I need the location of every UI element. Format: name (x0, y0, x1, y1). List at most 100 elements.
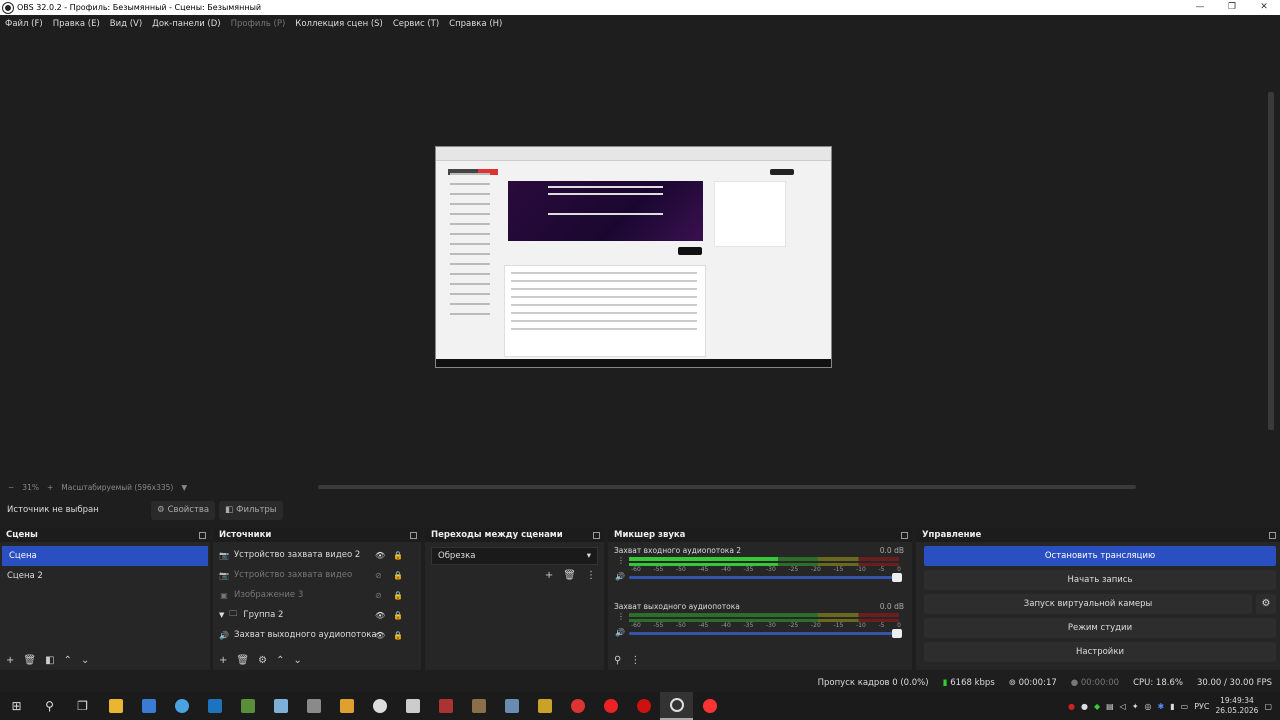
lock-icon[interactable]: 🔒 (393, 591, 403, 600)
scene-item[interactable]: Сцена (2, 546, 208, 566)
clock[interactable]: 19:49:34 26.05.2026 (1215, 696, 1258, 716)
speaker-icon[interactable]: 🔊 (615, 628, 625, 637)
filters-button[interactable]: ◧ Фильтры (219, 500, 283, 520)
chevron-down-icon[interactable]: ▼ (219, 611, 224, 619)
source-group-item[interactable]: ▼ 🗀 Группа 2 👁 🔒 (213, 605, 421, 625)
more-icon[interactable]: ⋮ (586, 570, 596, 581)
store-icon[interactable] (132, 692, 165, 720)
menu-profile[interactable]: Профиль (P) (231, 19, 286, 29)
lock-icon[interactable]: 🔒 (393, 611, 403, 620)
network-icon[interactable]: ▤ (1106, 702, 1114, 711)
chrome-icon[interactable] (561, 692, 594, 720)
eye-hidden-icon[interactable]: ⊘ (375, 571, 382, 580)
more-icon[interactable]: ⋮ (617, 556, 625, 565)
tray-app-icon[interactable]: ● (1081, 702, 1088, 711)
lock-icon[interactable]: 🔒 (393, 631, 403, 640)
tray-app-icon[interactable]: ● (1068, 702, 1075, 711)
dock-menu-icon[interactable] (410, 531, 417, 539)
notifications-icon[interactable]: ▢ (1264, 702, 1272, 711)
obs-icon[interactable] (660, 692, 693, 720)
minimize-button[interactable]: — (1184, 0, 1216, 15)
link-icon[interactable]: ⚲ (614, 655, 621, 666)
start-record-button[interactable]: Начать запись (924, 570, 1276, 590)
add-icon[interactable]: + (219, 655, 227, 666)
dock-menu-icon[interactable] (199, 531, 206, 539)
slider-handle[interactable] (892, 573, 902, 582)
more-icon[interactable]: ⋮ (630, 655, 640, 666)
app-icon[interactable] (396, 692, 429, 720)
tray-app-icon[interactable]: ✦ (1132, 702, 1139, 711)
volume-slider[interactable] (629, 629, 902, 638)
move-down-icon[interactable]: ⌄ (293, 655, 301, 666)
add-icon[interactable]: + (545, 570, 553, 581)
minecraft-icon[interactable] (231, 692, 264, 720)
language-indicator[interactable]: РУС (1194, 702, 1209, 711)
source-item[interactable]: 📷 Устройство захвата видео 2 👁 🔒 (213, 545, 421, 565)
app-icon[interactable] (165, 692, 198, 720)
eye-icon[interactable]: 👁 (375, 551, 385, 560)
dock-menu-icon[interactable] (593, 531, 600, 539)
bluetooth-icon[interactable]: ✱ (1158, 702, 1165, 711)
app-icon[interactable] (528, 692, 561, 720)
eye-hidden-icon[interactable]: ⊘ (375, 591, 382, 600)
maximize-button[interactable]: ❐ (1216, 0, 1248, 15)
preview-canvas[interactable] (435, 146, 832, 368)
app-icon[interactable] (330, 692, 363, 720)
gear-icon[interactable]: ⚙ (258, 655, 267, 666)
move-down-icon[interactable]: ⌄ (81, 655, 89, 666)
menu-scene-collection[interactable]: Коллекция сцен (S) (295, 19, 383, 29)
properties-button[interactable]: ⚙ Свойства (151, 500, 216, 520)
gear-icon[interactable]: ⚙ (1256, 594, 1276, 614)
virtual-camera-button[interactable]: Запуск виртуальной камеры (924, 594, 1252, 614)
menu-help[interactable]: Справка (H) (449, 19, 502, 29)
menu-file[interactable]: Файл (F) (5, 19, 43, 29)
dock-menu-icon[interactable] (1269, 531, 1276, 539)
lock-icon[interactable]: 🔒 (393, 551, 403, 560)
transition-select[interactable]: Обрезка ▾ (431, 547, 598, 565)
search-icon[interactable]: ⚲ (33, 692, 66, 720)
volume-icon[interactable]: ◁ (1120, 702, 1126, 711)
app-icon[interactable] (198, 692, 231, 720)
preview-vertical-scrollbar[interactable] (1268, 92, 1274, 430)
file-explorer-icon[interactable] (99, 692, 132, 720)
menu-docks[interactable]: Док-панели (D) (152, 19, 220, 29)
trash-icon[interactable]: 🗑 (236, 655, 249, 666)
tray-app-icon[interactable]: ▭ (1181, 702, 1189, 711)
tray-app-icon[interactable]: ◎ (1145, 702, 1152, 711)
zoom-mode[interactable]: Масштабируемый (596x335) (61, 483, 173, 492)
dock-menu-icon[interactable] (901, 531, 908, 539)
app-icon[interactable] (462, 692, 495, 720)
app-icon[interactable] (495, 692, 528, 720)
source-item[interactable]: 🔊 Захват выходного аудиопотока 👁 🔒 (213, 625, 421, 645)
app-icon[interactable] (297, 692, 330, 720)
menu-tools[interactable]: Сервис (T) (393, 19, 439, 29)
filter-icon[interactable]: ◧ (45, 655, 54, 666)
windows-start-icon[interactable]: ⊞ (0, 692, 33, 720)
source-item[interactable]: 📷 Устройство захвата видео ⊘ 🔒 (213, 565, 421, 585)
preview-horizontal-scrollbar[interactable] (318, 485, 1136, 489)
settings-button[interactable]: Настройки (924, 642, 1276, 662)
source-item[interactable]: ▣ Изображение 3 ⊘ 🔒 (213, 585, 421, 605)
move-up-icon[interactable]: ⌃ (276, 655, 284, 666)
stop-stream-button[interactable]: Остановить трансляцию (924, 546, 1276, 566)
zoom-out-button[interactable]: − (8, 483, 14, 492)
app-icon[interactable] (429, 692, 462, 720)
trash-icon[interactable]: 🗑 (23, 655, 36, 666)
yandex-browser-icon[interactable] (693, 692, 726, 720)
openai-icon[interactable] (363, 692, 396, 720)
close-button[interactable]: ✕ (1248, 0, 1280, 15)
app-icon[interactable] (264, 692, 297, 720)
volume-slider[interactable] (629, 573, 902, 582)
tray-app-icon[interactable]: ◆ (1094, 702, 1100, 711)
yandex-icon[interactable] (594, 692, 627, 720)
slider-handle[interactable] (892, 629, 902, 638)
speaker-icon[interactable]: 🔊 (615, 572, 625, 581)
menu-view[interactable]: Вид (V) (110, 19, 142, 29)
more-icon[interactable]: ⋮ (617, 612, 625, 621)
scene-item[interactable]: Сцена 2 (0, 566, 210, 586)
add-icon[interactable]: + (6, 655, 14, 666)
microphone-icon[interactable]: ▮ (1170, 702, 1174, 711)
trash-icon[interactable]: 🗑 (563, 570, 576, 581)
move-up-icon[interactable]: ⌃ (64, 655, 72, 666)
zoom-in-button[interactable]: + (47, 483, 53, 492)
